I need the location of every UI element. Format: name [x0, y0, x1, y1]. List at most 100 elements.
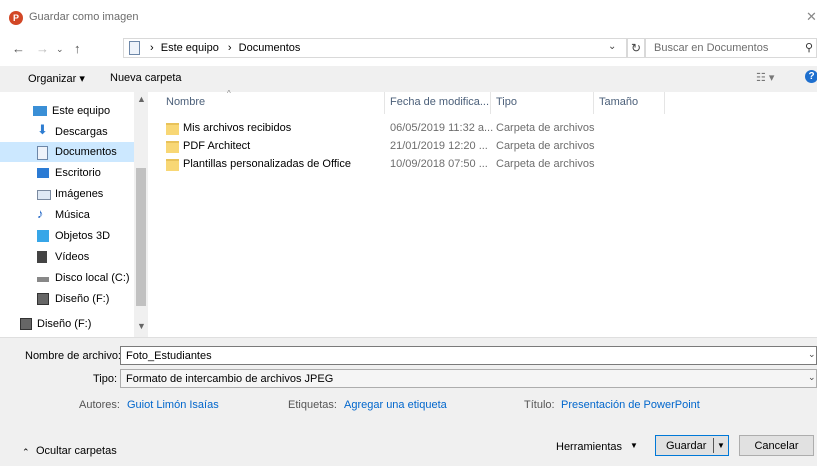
sidebar-item-disco-local[interactable]: Disco local (C:): [0, 268, 134, 288]
breadcrumb-separator: ›: [227, 42, 232, 54]
list-item[interactable]: Mis archivos recibidos 06/05/2019 11:32 …: [160, 120, 594, 136]
cancel-button-label: Cancelar: [754, 440, 799, 452]
file-type: Carpeta de archivos: [496, 158, 595, 170]
videos-icon: [37, 251, 47, 263]
sidebar-item-objetos-3d[interactable]: Objetos 3D: [0, 226, 134, 246]
up-arrow-icon[interactable]: ↑: [74, 41, 81, 56]
folder-icon: [166, 123, 179, 135]
cancel-button[interactable]: Cancelar: [739, 435, 814, 456]
column-header-name[interactable]: Nombre: [166, 96, 205, 108]
forward-arrow-icon[interactable]: →: [36, 41, 49, 56]
sidebar-item-descargas[interactable]: ⬇ Descargas: [0, 122, 134, 142]
breadcrumb-documentos[interactable]: Documentos: [239, 42, 301, 54]
navigation-pane: Este equipo ⬇ Descargas Documentos Escri…: [0, 92, 148, 337]
refresh-icon: ↻: [630, 41, 642, 55]
file-date: 06/05/2019 11:32 a...: [390, 122, 494, 134]
authors-value[interactable]: Guiot Limón Isaías: [127, 399, 219, 411]
usb-drive-icon: [37, 293, 49, 305]
authors-label: Autores:: [79, 399, 120, 411]
sidebar-item-label: Vídeos: [55, 251, 90, 263]
split-divider: [713, 438, 714, 453]
file-date: 21/01/2019 12:20 ...: [390, 140, 488, 152]
chevron-up-icon[interactable]: ⌃: [22, 447, 30, 458]
tags-label: Etiquetas:: [288, 399, 337, 411]
sidebar-item-videos[interactable]: Vídeos: [0, 247, 134, 267]
list-item[interactable]: PDF Architect 21/01/2019 12:20 ... Carpe…: [160, 138, 594, 154]
file-date: 10/09/2018 07:50 ...: [390, 158, 488, 170]
window-title: Guardar como imagen: [29, 11, 139, 23]
list-item[interactable]: Plantillas personalizadas de Office 10/0…: [160, 156, 594, 172]
search-placeholder: Buscar en Documentos: [654, 42, 769, 54]
save-dropdown-icon[interactable]: ▼: [717, 441, 725, 450]
sidebar-item-label: Disco local (C:): [55, 272, 130, 284]
column-header-date[interactable]: Fecha de modifica...: [390, 96, 489, 108]
hide-folders-button[interactable]: Ocultar carpetas: [36, 445, 117, 457]
filename-label: Nombre de archivo:: [25, 350, 121, 362]
powerpoint-icon: P: [9, 11, 23, 25]
desktop-icon: [37, 168, 49, 178]
sidebar-item-imagenes[interactable]: Imágenes: [0, 184, 134, 204]
scroll-up-icon[interactable]: ▲: [137, 94, 146, 104]
sidebar-item-label: Descargas: [55, 126, 108, 138]
help-icon[interactable]: ?: [805, 70, 817, 83]
search-icon[interactable]: ⚲: [805, 41, 813, 54]
file-type: Carpeta de archivos: [496, 140, 595, 152]
save-button[interactable]: Guardar ▼: [655, 435, 729, 456]
column-divider[interactable]: [490, 92, 491, 114]
objects3d-icon: [37, 230, 49, 242]
folder-icon: [166, 141, 179, 153]
title-value[interactable]: Presentación de PowerPoint: [561, 399, 700, 411]
file-name: Plantillas personalizadas de Office: [183, 158, 351, 170]
file-name: Mis archivos recibidos: [183, 122, 292, 134]
view-options-icon[interactable]: ☷ ▾: [756, 71, 774, 84]
sort-ascending-icon: ^: [227, 89, 231, 98]
sidebar-item-label: Imágenes: [55, 188, 104, 200]
sidebar-item-este-equipo[interactable]: Este equipo: [0, 101, 134, 121]
drive-icon: [37, 277, 49, 282]
type-label: Tipo:: [93, 373, 118, 385]
title-label: Título:: [524, 399, 555, 411]
file-type: Carpeta de archivos: [496, 122, 595, 134]
filename-input[interactable]: [120, 346, 817, 365]
sidebar-item-diseno-f-root[interactable]: Diseño (F:): [0, 314, 134, 334]
organize-button[interactable]: Organizar ▾: [28, 72, 85, 85]
close-icon[interactable]: ✕: [806, 9, 817, 25]
documents-icon: [37, 146, 48, 160]
address-dropdown-icon[interactable]: ⌄: [608, 41, 616, 52]
back-arrow-icon[interactable]: ←: [12, 41, 25, 56]
sidebar-item-label: Escritorio: [55, 167, 101, 179]
add-tag-link[interactable]: Agregar una etiqueta: [344, 399, 447, 411]
sidebar-item-label: Documentos: [55, 146, 117, 158]
tools-button[interactable]: Herramientas: [556, 441, 622, 453]
sidebar-item-documentos[interactable]: Documentos: [0, 142, 134, 162]
tools-dropdown-icon[interactable]: ▼: [630, 441, 638, 450]
recent-locations-chevron-icon[interactable]: ⌄: [56, 44, 64, 55]
column-header-type[interactable]: Tipo: [496, 96, 517, 108]
sidebar-item-label: Diseño (F:): [55, 293, 110, 305]
breadcrumb: › Este equipo › Documentos: [150, 42, 300, 54]
column-divider[interactable]: [664, 92, 665, 114]
breadcrumb-este-equipo[interactable]: Este equipo: [161, 42, 219, 54]
column-divider[interactable]: [384, 92, 385, 114]
column-divider[interactable]: [593, 92, 594, 114]
new-folder-button[interactable]: Nueva carpeta: [110, 72, 182, 84]
scroll-down-icon[interactable]: ▼: [137, 321, 146, 331]
sidebar-scrollbar-thumb[interactable]: [136, 168, 146, 306]
file-type-dropdown-icon[interactable]: ⌄: [808, 372, 816, 383]
column-header-size[interactable]: Tamaño: [599, 96, 638, 108]
sidebar-item-label: Diseño (F:): [37, 318, 92, 330]
sidebar-item-musica[interactable]: ♪ Música: [0, 205, 134, 225]
sidebar-item-label: Música: [55, 209, 90, 221]
usb-drive-icon: [20, 318, 32, 330]
save-button-label: Guardar: [666, 440, 707, 452]
sidebar-item-diseno-f[interactable]: Diseño (F:): [0, 289, 134, 309]
pictures-icon: [37, 190, 51, 200]
refresh-button[interactable]: ↻: [627, 38, 645, 58]
documents-location-icon: [129, 41, 140, 55]
sidebar-item-label: Objetos 3D: [55, 230, 111, 242]
sidebar-item-escritorio[interactable]: Escritorio: [0, 163, 134, 183]
music-icon: ♪: [37, 206, 44, 221]
file-name: PDF Architect: [183, 140, 251, 152]
filename-dropdown-icon[interactable]: ⌄: [808, 349, 816, 360]
sidebar-item-label: Este equipo: [52, 105, 111, 117]
